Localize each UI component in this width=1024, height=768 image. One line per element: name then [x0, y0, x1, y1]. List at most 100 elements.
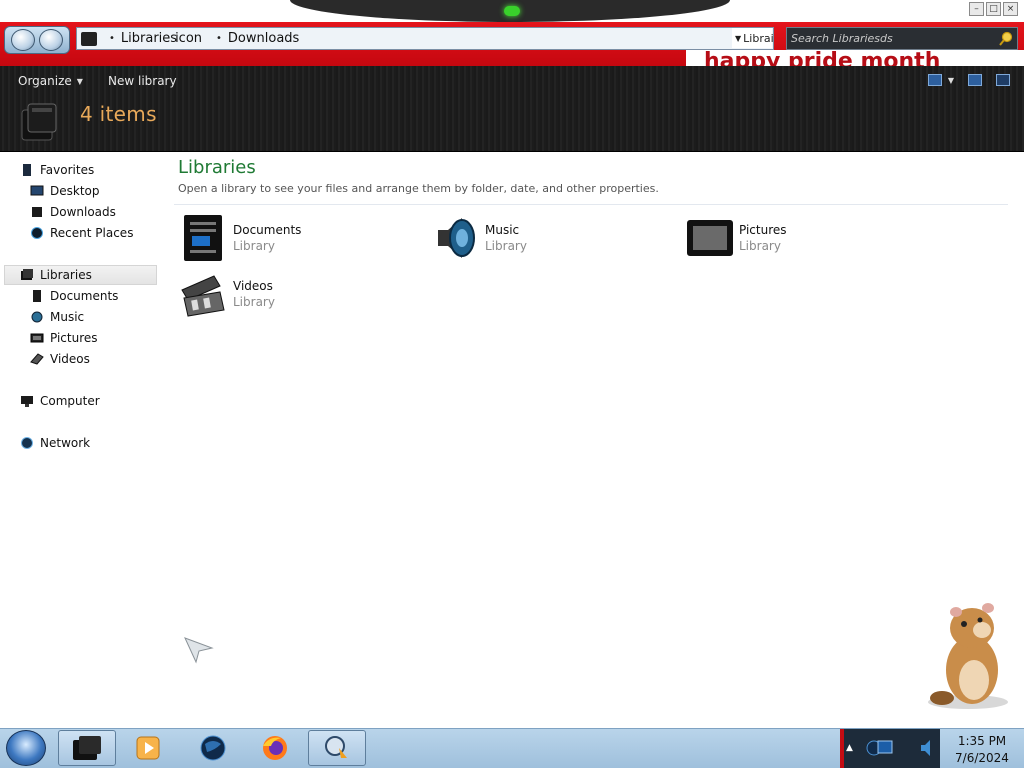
nav-recent-places[interactable]: Recent Places [30, 223, 133, 243]
downloads-icon [32, 207, 42, 217]
breadcrumb-downloads[interactable]: Downloads [228, 31, 299, 46]
taskbar-app-explorer[interactable] [58, 730, 116, 766]
forward-button[interactable] [39, 29, 63, 51]
item-count: 4 items [80, 102, 157, 126]
nav-pictures[interactable]: Pictures [30, 328, 98, 348]
videos-library-icon [181, 275, 225, 317]
chevron-down-icon: ▼ [735, 33, 742, 43]
firefox-icon [263, 736, 287, 760]
libraries-folder-icon [81, 31, 97, 46]
nav-music[interactable]: Music [30, 307, 84, 327]
address-dropdown-text: Librai [743, 31, 774, 45]
start-button[interactable] [6, 730, 46, 766]
hamster-gadget-icon [928, 603, 1008, 709]
back-button[interactable] [11, 29, 35, 51]
change-view-icon[interactable] [927, 74, 942, 86]
tile-type: Library [485, 239, 527, 253]
nav-music-label: Music [50, 310, 85, 324]
page-subtitle: Open a library to see your files and arr… [178, 182, 659, 195]
nav-documents[interactable]: Documents [30, 286, 118, 306]
tray-display-icon[interactable] [866, 736, 894, 760]
library-tile-music[interactable]: Music Library [432, 214, 672, 264]
divider [174, 204, 1008, 205]
music-icon [31, 311, 43, 323]
music-library-icon [438, 218, 475, 258]
breadcrumb-separator-icon[interactable]: • [216, 33, 222, 44]
minimize-button[interactable]: – [969, 2, 984, 16]
nav-computer[interactable]: Computer [20, 391, 100, 411]
search-icon[interactable] [998, 31, 1014, 47]
explorer-icon [73, 736, 101, 760]
libraries-icon [21, 269, 33, 280]
libraries-large-icon [21, 103, 57, 141]
page-title: Libraries [178, 157, 256, 178]
tile-name: Music [485, 223, 520, 237]
documents-library-icon [184, 215, 222, 261]
network-globe-icon [21, 437, 33, 449]
documents-icon [33, 290, 41, 302]
library-tile-videos[interactable]: Videos Library [180, 270, 420, 320]
status-led [504, 6, 520, 16]
address-breadcrumb[interactable]: • Libraries icon • Downloads [76, 27, 774, 50]
caption-buttons: – □ × [969, 2, 1018, 16]
nav-downloads[interactable]: Downloads [30, 202, 116, 222]
tile-name: Pictures [739, 223, 787, 237]
nav-buttons [4, 26, 70, 54]
nav-favorites[interactable]: Favorites [20, 160, 94, 180]
nav-computer-label: Computer [40, 394, 100, 408]
new-library-button[interactable]: New library [108, 74, 177, 88]
nav-network[interactable]: Network [20, 433, 90, 453]
search-box[interactable] [786, 27, 1018, 50]
library-tile-pictures[interactable]: Pictures Library [686, 214, 926, 264]
library-tile-documents[interactable]: Documents Library [180, 214, 420, 264]
nav-libraries-label: Libraries [40, 268, 92, 282]
clock-date: 7/6/2024 [955, 751, 1009, 765]
tile-name: Documents [233, 223, 302, 237]
taskbar-app-program[interactable] [308, 730, 366, 766]
nav-desktop-label: Desktop [50, 184, 100, 198]
nav-recent-places-label: Recent Places [50, 226, 134, 240]
banner-text: happy pride month [704, 49, 941, 66]
favorites-star-icon [23, 164, 31, 176]
media-player-icon [136, 736, 160, 760]
tile-type: Library [233, 239, 275, 253]
address-dropdown[interactable]: ▼ Librai [732, 28, 774, 48]
preview-pane-icon[interactable] [968, 74, 982, 86]
breadcrumb-overlap-text: icon [175, 31, 203, 46]
taskbar-app-browser-globe[interactable] [184, 730, 242, 766]
chevron-down-icon[interactable]: ▼ [948, 76, 954, 85]
nav-network-label: Network [40, 436, 91, 450]
program-icon [325, 736, 347, 758]
show-hidden-icons-arrow-icon[interactable]: ▲ [846, 743, 853, 753]
pictures-icon [30, 333, 44, 343]
nav-libraries[interactable]: Libraries [4, 265, 157, 285]
clock-time: 1:35 PM [957, 734, 1007, 748]
tile-type: Library [233, 295, 275, 309]
nav-downloads-label: Downloads [50, 205, 116, 219]
desktop-icon [30, 185, 44, 196]
taskbar-app-media-player[interactable] [120, 730, 178, 766]
maximize-button[interactable]: □ [986, 2, 1001, 16]
breadcrumb-libraries[interactable]: Libraries [121, 31, 177, 46]
search-input[interactable] [791, 32, 991, 45]
breadcrumb-separator-icon[interactable]: • [109, 33, 115, 44]
nav-favorites-label: Favorites [40, 163, 95, 177]
nav-videos-label: Videos [50, 352, 90, 366]
computer-icon [21, 396, 33, 407]
help-icon[interactable] [996, 74, 1010, 86]
browser-globe-icon [200, 735, 226, 761]
tile-type: Library [739, 239, 781, 253]
nav-pictures-label: Pictures [50, 331, 98, 345]
organize-button[interactable]: Organize ▼ [18, 74, 83, 88]
view-controls: ▼ [927, 74, 1010, 86]
taskbar-clock[interactable]: 1:35 PM 7/6/2024 [940, 730, 1024, 768]
tile-name: Videos [233, 279, 273, 293]
mouse-pointer-icon [184, 637, 214, 664]
close-button[interactable]: × [1003, 2, 1018, 16]
new-library-label: New library [108, 74, 177, 88]
pictures-library-icon [687, 220, 733, 256]
nav-videos[interactable]: Videos [30, 349, 90, 369]
volume-icon[interactable] [920, 739, 934, 757]
taskbar-app-firefox[interactable] [246, 730, 304, 766]
nav-desktop[interactable]: Desktop [30, 181, 100, 201]
